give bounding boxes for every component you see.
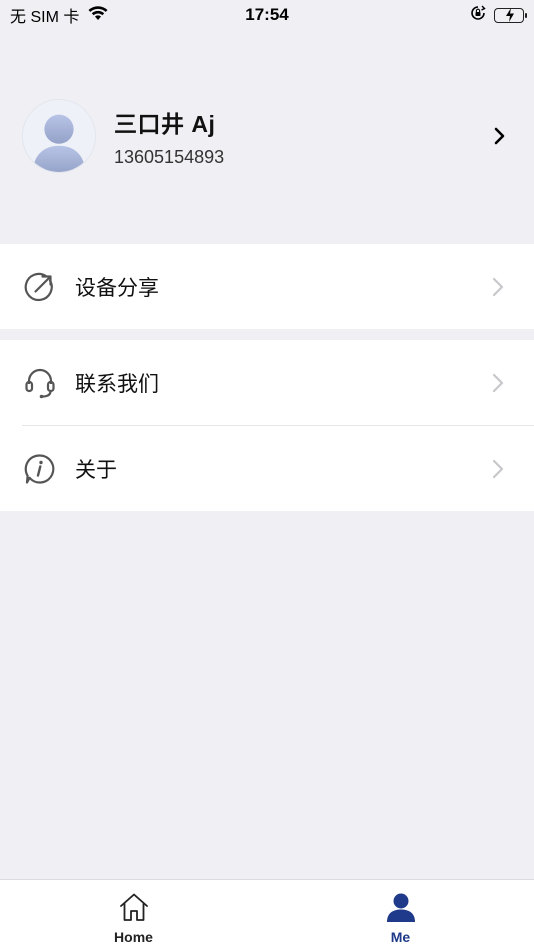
tab-me[interactable]: Me	[267, 880, 534, 950]
wifi-icon	[87, 5, 109, 26]
chevron-right-icon	[488, 371, 508, 395]
tab-label: Me	[390, 929, 411, 945]
status-right	[470, 5, 527, 26]
profile-phone: 13605154893	[114, 146, 225, 167]
battery-charging-icon	[494, 7, 527, 23]
chevron-right-icon[interactable]	[488, 124, 512, 148]
user-icon	[385, 892, 417, 927]
tab-home[interactable]: Home	[0, 880, 267, 950]
tab-bar: Home Me	[0, 879, 534, 950]
profile-text: 三口井 Aj 13605154893	[114, 105, 488, 168]
info-icon	[24, 453, 56, 485]
headset-icon	[24, 367, 56, 399]
profile-name: 三口井 Aj	[114, 110, 216, 137]
orientation-lock-icon	[470, 5, 486, 26]
chevron-right-icon	[488, 457, 508, 481]
menu-item-contact-us[interactable]: 联系我们	[0, 340, 534, 425]
home-icon	[118, 892, 150, 927]
menu-group-device: 设备分享	[0, 244, 534, 329]
me-screen: 无 SIM 卡 17:54 三口井 Aj 13605154893 设备分享 联系…	[0, 0, 534, 950]
status-left: 无 SIM 卡	[10, 3, 109, 27]
menu-item-about[interactable]: 关于	[0, 426, 534, 511]
menu-item-label: 关于	[75, 458, 117, 482]
default-avatar-icon[interactable]	[22, 99, 96, 173]
menu-item-label: 设备分享	[75, 276, 159, 300]
profile-header[interactable]: 三口井 Aj 13605154893	[0, 96, 534, 176]
share-icon	[24, 271, 56, 303]
menu-item-label: 联系我们	[75, 372, 159, 396]
status-bar: 无 SIM 卡 17:54	[0, 0, 534, 30]
tab-label: Home	[114, 929, 153, 945]
chevron-right-icon	[488, 275, 508, 299]
menu-group-support: 联系我们 关于	[0, 340, 534, 511]
menu-item-device-share[interactable]: 设备分享	[0, 244, 534, 329]
carrier-label: 无 SIM 卡	[10, 9, 80, 26]
